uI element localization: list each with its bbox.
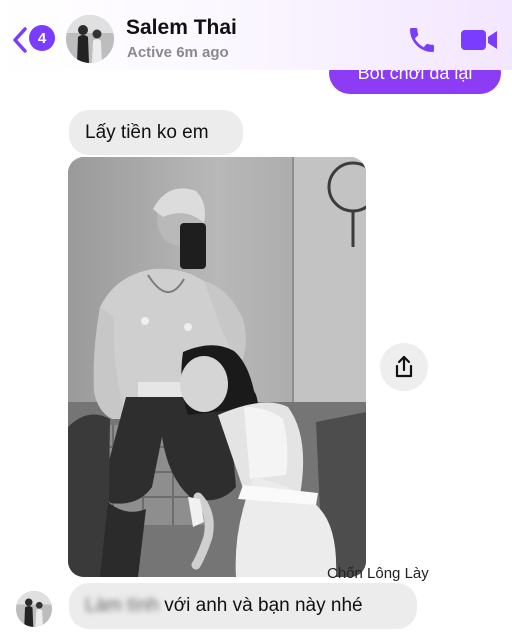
watermark-text: Chốn Lông Lày [327,565,429,582]
share-icon [395,355,413,378]
contact-avatar[interactable] [66,15,114,63]
video-camera-icon [461,30,497,50]
phone-icon [410,28,434,52]
back-button[interactable]: 4 [10,24,56,56]
chevron-left-icon [13,27,27,53]
unread-count-badge: 4 [29,25,55,51]
contact-status: Active 6m ago [127,44,229,61]
photo-image [68,157,366,577]
call-button[interactable] [405,24,439,56]
message-text: với anh và bạn này nhé [164,595,363,616]
video-call-button[interactable] [458,24,500,56]
share-button[interactable] [380,343,428,391]
chat-header: 4 Salem Thai Active 6m ago [0,0,512,70]
received-message-bubble[interactable]: Lấy tiền ko em [69,110,243,155]
received-message-bubble[interactable]: Làm tình với anh và bạn này nhé [69,583,417,629]
contact-name: Salem Thai [126,16,237,39]
message-text: Lấy tiền ko em [85,121,209,143]
shared-photo[interactable] [68,157,366,577]
blurred-message-text: Làm tình [85,595,159,616]
sender-avatar[interactable] [16,591,52,627]
